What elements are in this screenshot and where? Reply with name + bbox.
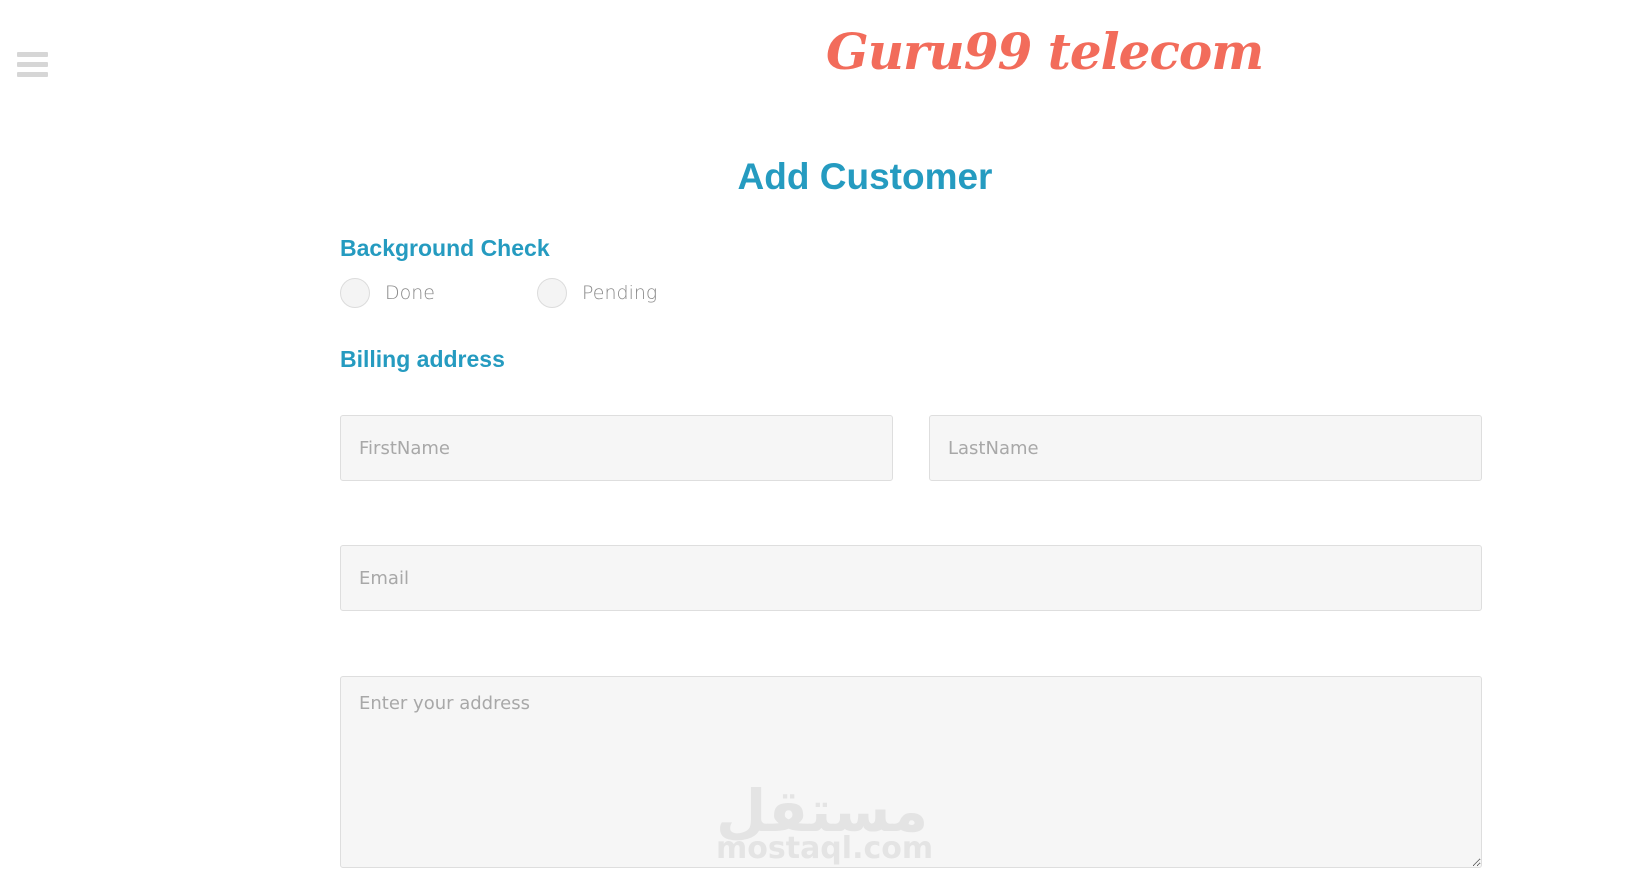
menu-bar (17, 52, 48, 57)
radio-done-circle[interactable] (340, 278, 370, 308)
radio-pending-label: Pending (582, 282, 658, 304)
radio-pending-circle[interactable] (537, 278, 567, 308)
radio-pending[interactable]: Pending (537, 278, 657, 308)
background-check-heading: Background Check (340, 235, 550, 261)
menu-bar (17, 72, 48, 77)
first-name-input[interactable] (340, 415, 893, 481)
address-textarea[interactable] (340, 676, 1482, 868)
email-input[interactable] (340, 545, 1482, 611)
radio-done[interactable]: Done (340, 278, 435, 308)
brand-logo: Guru99 telecom (826, 22, 1264, 81)
hamburger-menu-icon[interactable] (17, 52, 48, 78)
radio-done-label: Done (385, 282, 435, 304)
page-title: Add Customer (737, 156, 993, 197)
last-name-input[interactable] (929, 415, 1482, 481)
page: Guru99 telecom Add Customer Background C… (0, 0, 1637, 885)
menu-bar (17, 62, 48, 67)
billing-address-heading: Billing address (340, 346, 505, 372)
